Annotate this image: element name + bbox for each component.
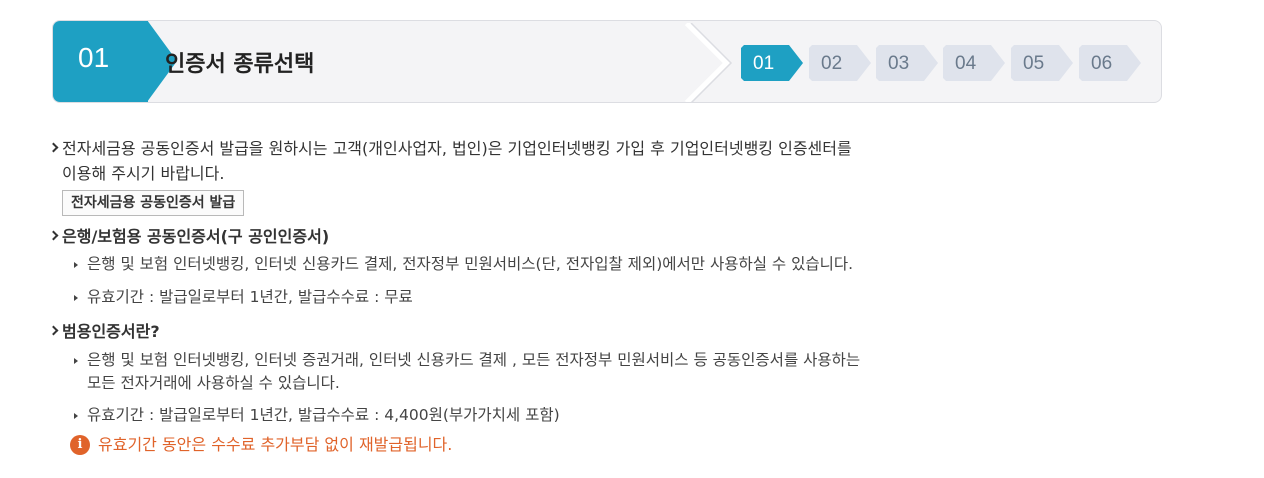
general-cert-usage-line-1: 은행 및 보험 인터넷뱅킹, 인터넷 증권거래, 인터넷 신용카드 결제 , 모… bbox=[87, 351, 861, 369]
step-chip-06: 06 bbox=[1079, 45, 1141, 81]
reissue-notice-text: 유효기간 동안은 수수료 추가부담 없이 재발급됩니다. bbox=[98, 435, 453, 454]
step-chip-label: 05 bbox=[1023, 53, 1045, 74]
step-chip-label: 02 bbox=[821, 53, 843, 74]
cert-info-content: 전자세금용 공동인증서 발급을 원하시는 고객(개인사업자, 법인)은 기업인터… bbox=[48, 136, 1148, 457]
bank-cert-section: 은행/보험용 공동인증서(구 공인인증서) bbox=[48, 224, 1148, 249]
general-cert-section: 범용인증서란? bbox=[48, 319, 1148, 344]
current-step-number: 01 bbox=[78, 42, 110, 73]
info-icon: i bbox=[70, 435, 90, 455]
step-chip-label: 01 bbox=[753, 53, 775, 74]
general-cert-usage-line-2: 모든 전자거래에 사용하실 수 있습니다. bbox=[87, 374, 340, 392]
step-chip-03: 03 bbox=[876, 45, 938, 81]
current-step-tab: 01 bbox=[53, 21, 148, 102]
step-chip-04: 04 bbox=[943, 45, 1005, 81]
general-cert-usage: 은행 및 보험 인터넷뱅킹, 인터넷 증권거래, 인터넷 신용카드 결제 , 모… bbox=[48, 349, 1148, 395]
step-chip-label: 03 bbox=[888, 53, 910, 74]
e-tax-cert-issue-button[interactable]: 전자세금용 공동인증서 발급 bbox=[62, 190, 245, 216]
general-cert-validity: 유효기간 : 발급일로부터 1년간, 발급수수료 : 4,400원(부가가치세 … bbox=[48, 404, 1148, 427]
intro-line-2: 이용해 주시기 바랍니다. bbox=[62, 164, 225, 183]
step-chip-05: 05 bbox=[1011, 45, 1073, 81]
intro-section: 전자세금용 공동인증서 발급을 원하시는 고객(개인사업자, 법인)은 기업인터… bbox=[48, 136, 1148, 186]
step-header: 01 인증서 종류선택 01 02 03 04 05 06 bbox=[52, 20, 1162, 103]
page-title: 인증서 종류선택 bbox=[165, 52, 315, 77]
general-cert-title: 범용인증서란? bbox=[62, 322, 160, 341]
bank-cert-usage: 은행 및 보험 인터넷뱅킹, 인터넷 신용카드 결제, 전자정부 민원서비스(단… bbox=[48, 253, 1148, 276]
step-chip-02: 02 bbox=[809, 45, 871, 81]
step-chip-label: 04 bbox=[955, 53, 977, 74]
bank-cert-title: 은행/보험용 공동인증서(구 공인인증서) bbox=[62, 227, 330, 246]
bank-cert-validity: 유효기간 : 발급일로부터 1년간, 발급수수료 : 무료 bbox=[48, 286, 1148, 309]
reissue-notice: i 유효기간 동안은 수수료 추가부담 없이 재발급됩니다. bbox=[48, 433, 1148, 457]
intro-line-1: 전자세금용 공동인증서 발급을 원하시는 고객(개인사업자, 법인)은 기업인터… bbox=[62, 139, 852, 158]
step-chip-01: 01 bbox=[741, 45, 803, 81]
step-chip-label: 06 bbox=[1091, 53, 1113, 74]
